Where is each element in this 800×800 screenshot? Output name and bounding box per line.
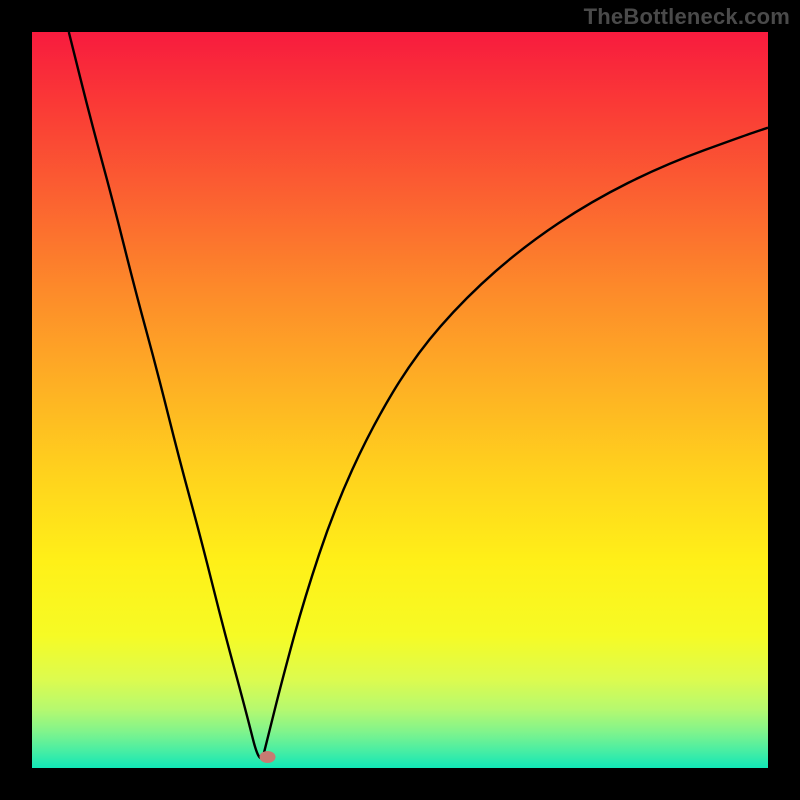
optimum-marker — [260, 751, 276, 763]
gradient-background — [32, 32, 768, 768]
chart-frame: TheBottleneck.com — [0, 0, 800, 800]
watermark-text: TheBottleneck.com — [584, 4, 790, 30]
bottleneck-chart — [32, 32, 768, 768]
